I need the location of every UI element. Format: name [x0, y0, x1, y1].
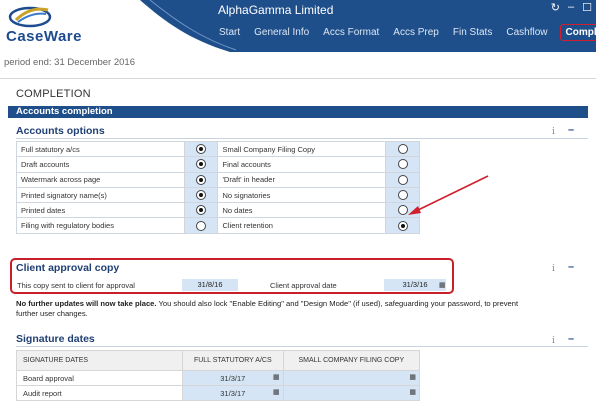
section-bar-title: Accounts completion: [16, 106, 113, 117]
option-label-right: No dates: [217, 202, 387, 219]
option-row: Printed signatory name(s) No signatories: [16, 186, 420, 204]
notice-bold: No further updates will now take place.: [16, 299, 157, 308]
page-title: COMPLETION: [16, 88, 91, 100]
collapse-icon[interactable]: –: [568, 333, 574, 345]
small-company-date-field[interactable]: ▦: [282, 385, 421, 401]
signature-dates-table: SIGNATURE DATES FULL STATUTORY A/CS SMAL…: [16, 350, 421, 401]
client-approval-heading: Client approval copy: [16, 262, 120, 274]
period-end: period end: 31 December 2016: [4, 57, 135, 68]
radio-button[interactable]: [196, 144, 207, 155]
calendar-icon[interactable]: ▦: [273, 373, 280, 381]
calendar-icon[interactable]: ▦: [273, 388, 280, 396]
maximize-icon[interactable]: ☐: [582, 1, 592, 14]
nav-cashflow[interactable]: Cashflow: [506, 27, 547, 38]
option-radio-right-cell: [385, 156, 420, 173]
client-approval-date-field[interactable]: 31/3/16: [384, 279, 446, 291]
option-row: Printed dates No dates: [16, 202, 420, 219]
client-approval-date-label: Client approval date: [270, 281, 337, 290]
radio-button[interactable]: [196, 190, 207, 201]
date-value: 31/3/17: [220, 373, 246, 383]
radio-button[interactable]: [196, 220, 207, 231]
option-label-left: Filing with regulatory bodies: [16, 217, 185, 234]
accounts-options-heading: Accounts options: [16, 125, 105, 137]
small-company-date-field[interactable]: ▦: [282, 370, 421, 386]
radio-button[interactable]: [196, 174, 207, 185]
minimize-icon[interactable]: –: [568, 1, 574, 14]
accounts-options-grid: Full statutory a/cs Small Company Filing …: [16, 140, 420, 234]
col-header-full-statutory: FULL STATUTORY A/CS: [182, 350, 284, 371]
option-label-right: 'Draft' in header: [217, 171, 387, 188]
info-icon[interactable]: i: [552, 127, 555, 137]
nav-completion[interactable]: Completion: [560, 23, 596, 41]
option-label-left: Printed dates: [16, 202, 185, 219]
radio-button[interactable]: [397, 159, 408, 170]
collapse-icon[interactable]: –: [568, 261, 574, 273]
signature-row-label: Board approval: [16, 370, 183, 386]
date-value: 31/3/17: [220, 388, 246, 398]
option-row: Draft accounts Final accounts: [16, 156, 420, 173]
table-row: Audit report 31/3/17 ▦ ▦: [16, 385, 421, 401]
option-label-left: Full statutory a/cs: [16, 140, 185, 158]
option-radio-right-cell: [385, 140, 420, 158]
app-header: CaseWare AlphaGamma Limited ↻ – ☐ Start …: [0, 0, 596, 52]
calendar-icon[interactable]: ▦: [409, 388, 416, 396]
option-radio-left-cell: [183, 156, 219, 173]
calendar-icon[interactable]: ▦: [409, 373, 416, 381]
top-nav: Start General Info Accs Format Accs Prep…: [212, 22, 596, 42]
signature-dates-heading: Signature dates: [16, 333, 95, 345]
option-label-right: Final accounts: [217, 156, 387, 173]
radio-button[interactable]: [196, 205, 207, 216]
logo-text: CaseWare: [6, 28, 82, 45]
option-radio-left-cell: [183, 171, 219, 188]
caseware-logo: CaseWare: [6, 4, 92, 48]
option-radio-left-cell: [183, 217, 219, 234]
header-divider: [0, 78, 596, 79]
info-icon[interactable]: i: [552, 336, 555, 346]
option-label-left: Watermark across page: [16, 171, 185, 188]
option-radio-right-cell: [385, 217, 420, 234]
info-icon[interactable]: i: [552, 264, 555, 274]
nav-fin-stats[interactable]: Fin Stats: [453, 27, 492, 38]
nav-general-info[interactable]: General Info: [254, 27, 309, 38]
radio-button[interactable]: [397, 220, 408, 231]
sent-to-client-label: This copy sent to client for approval: [17, 281, 135, 290]
collapse-icon[interactable]: –: [568, 124, 574, 136]
option-radio-left-cell: [183, 186, 219, 204]
option-label-left: Printed signatory name(s): [16, 186, 185, 204]
option-radio-left-cell: [183, 140, 219, 158]
client-approval-date-value: 31/3/16: [402, 280, 428, 289]
refresh-icon[interactable]: ↻: [551, 1, 560, 14]
option-label-right: No signatories: [217, 186, 387, 204]
option-label-left: Draft accounts: [16, 156, 185, 173]
option-row: Watermark across page 'Draft' in header: [16, 171, 420, 188]
radio-button[interactable]: [196, 159, 207, 170]
radio-button[interactable]: [397, 144, 408, 155]
col-header-signature-dates: SIGNATURE DATES: [16, 350, 183, 371]
option-row: Full statutory a/cs Small Company Filing …: [16, 140, 420, 158]
logo-swoosh-icon: [8, 6, 52, 28]
option-radio-left-cell: [183, 202, 219, 219]
nav-accs-prep[interactable]: Accs Prep: [393, 27, 439, 38]
calendar-icon[interactable]: ▦: [439, 281, 446, 289]
option-label-right: Small Company Filing Copy: [217, 140, 387, 158]
client-name: AlphaGamma Limited: [218, 3, 334, 17]
window-controls: ↻ – ☐: [551, 1, 592, 14]
option-label-right: Client retention: [217, 217, 387, 234]
full-statutory-date-field[interactable]: 31/3/17 ▦: [182, 385, 284, 401]
signature-row-label: Audit report: [16, 385, 183, 401]
section-bar: Accounts completion: [8, 106, 588, 118]
heading-underline: [16, 346, 588, 347]
nav-start[interactable]: Start: [219, 27, 240, 38]
full-statutory-date-field[interactable]: 31/3/17 ▦: [182, 370, 284, 386]
heading-underline: [16, 138, 588, 139]
option-row: Filing with regulatory bodies Client rete…: [16, 217, 420, 234]
nav-accs-format[interactable]: Accs Format: [323, 27, 379, 38]
sent-to-client-date-field[interactable]: 31/8/16: [182, 279, 238, 291]
annotation-arrow: [408, 175, 489, 215]
col-header-small-company: SMALL COMPANY FILING COPY: [282, 350, 421, 371]
table-row: Board approval 31/3/17 ▦ ▦: [16, 370, 421, 386]
lock-notice: No further updates will now take place. …: [16, 299, 536, 319]
